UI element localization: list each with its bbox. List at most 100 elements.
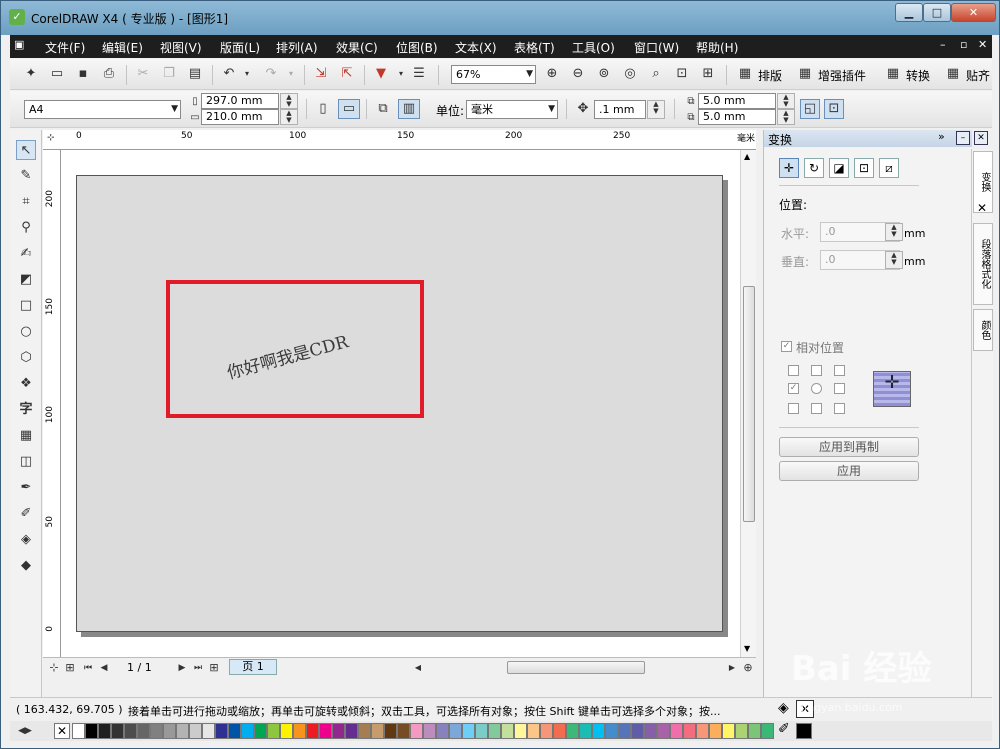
doc-minimize-icon[interactable]: – — [940, 38, 946, 51]
doc-icon[interactable]: ▣ — [14, 38, 24, 51]
palette-swatch[interactable] — [761, 723, 774, 739]
horizontal-scroll-thumb[interactable] — [507, 661, 645, 674]
unit-select[interactable]: 毫米 ▼ — [466, 100, 558, 119]
scroll-down-icon[interactable]: ▼ — [744, 644, 750, 653]
apply-button[interactable]: 应用 — [779, 461, 919, 481]
import-icon[interactable]: ⇲ — [312, 65, 330, 83]
anchor-bottom-left[interactable] — [788, 403, 799, 414]
menu-view[interactable]: 视图(V) — [160, 39, 202, 56]
palette-swatch[interactable] — [683, 723, 696, 739]
rotate-mode-icon[interactable]: ↻ — [804, 158, 824, 178]
export-icon[interactable]: ⇱ — [338, 65, 356, 83]
position-mode-icon[interactable]: ✛ — [779, 158, 799, 178]
palette-swatch[interactable] — [163, 723, 176, 739]
smart-fill-tool-icon[interactable]: ◩ — [16, 270, 36, 290]
palette-swatch[interactable] — [657, 723, 670, 739]
page-tab[interactable]: 页 1 — [229, 659, 277, 675]
page-a4-landscape[interactable] — [76, 175, 723, 632]
crop-tool-icon[interactable]: ⌗ — [16, 192, 36, 212]
menu-help[interactable]: 帮助(H) — [696, 39, 738, 56]
drawing-canvas[interactable]: 你好啊我是CDR — [61, 150, 740, 657]
palette-swatch[interactable] — [397, 723, 410, 739]
convert-button[interactable]: 转换 — [906, 67, 930, 84]
docker-tab-color[interactable]: 颜色 — [973, 309, 993, 351]
palette-swatch[interactable] — [267, 723, 280, 739]
save-icon[interactable]: ▪ — [74, 65, 92, 83]
palette-swatch[interactable] — [371, 723, 384, 739]
add-page-after-icon[interactable]: ⊞ — [205, 659, 223, 677]
palette-swatch[interactable] — [150, 723, 163, 739]
shape-tool-icon[interactable]: ✎ — [16, 166, 36, 186]
palette-swatch[interactable] — [410, 723, 423, 739]
palette-swatch[interactable] — [345, 723, 358, 739]
palette-swatch[interactable] — [384, 723, 397, 739]
anchor-top-center[interactable] — [811, 365, 822, 376]
palette-swatch[interactable] — [579, 723, 592, 739]
palette-swatch[interactable] — [618, 723, 631, 739]
maximize-button[interactable]: □ — [923, 3, 951, 22]
anchor-bottom-center[interactable] — [811, 403, 822, 414]
duplicate-x-input[interactable]: 5.0 mm — [698, 93, 776, 109]
palette-swatch[interactable] — [553, 723, 566, 739]
all-pages-icon[interactable]: ⧉ — [374, 100, 392, 118]
palette-swatch[interactable] — [85, 723, 98, 739]
zoom-in-icon[interactable]: ⊕ — [543, 65, 561, 83]
palette-swatch[interactable] — [605, 723, 618, 739]
palette-swatch[interactable] — [202, 723, 215, 739]
palette-swatch[interactable] — [358, 723, 371, 739]
palette-swatch[interactable] — [293, 723, 306, 739]
palette-swatch[interactable] — [306, 723, 319, 739]
doc-close-icon[interactable]: ✕ — [978, 38, 987, 51]
page-border-icon[interactable]: ⊡ — [824, 99, 844, 119]
menu-file[interactable]: 文件(F) — [45, 39, 85, 56]
launcher-dropdown-icon[interactable]: ▾ — [392, 65, 410, 83]
page-height-input[interactable]: 210.0 mm — [201, 109, 279, 125]
polygon-tool-icon[interactable]: ⬡ — [16, 348, 36, 368]
palette-swatch[interactable] — [124, 723, 137, 739]
no-color-swatch[interactable]: ✕ — [54, 723, 70, 739]
anchor-middle-right[interactable] — [834, 383, 845, 394]
palette-swatch[interactable] — [280, 723, 293, 739]
anchor-top-right[interactable] — [834, 365, 845, 376]
page-width-input[interactable]: 297.0 mm — [201, 93, 279, 109]
zoom-selected-icon[interactable]: ⊚ — [595, 65, 613, 83]
relative-position-checkbox[interactable]: ✓ — [781, 341, 792, 352]
print-icon[interactable]: ⎙ — [100, 65, 118, 83]
close-button[interactable]: ✕ — [951, 3, 996, 22]
palette-swatch[interactable] — [423, 723, 436, 739]
palette-swatch[interactable] — [735, 723, 748, 739]
docker-minimize-icon[interactable]: – — [956, 131, 970, 145]
menu-layout[interactable]: 版面(L) — [220, 39, 260, 56]
palette-swatch[interactable] — [566, 723, 579, 739]
palette-swatch[interactable] — [72, 723, 85, 739]
text-tool-icon[interactable]: 字 — [16, 400, 36, 420]
vertical-scroll-thumb[interactable] — [743, 286, 755, 522]
menu-effects[interactable]: 效果(C) — [336, 39, 378, 56]
minimize-button[interactable]: ▁ — [895, 3, 923, 22]
width-spinner[interactable]: ▲ ▼ — [280, 93, 298, 109]
layout-button[interactable]: 排版 — [758, 67, 782, 84]
vertical-scrollbar[interactable]: ▲ ▼ — [740, 150, 756, 657]
scroll-up-icon[interactable]: ▲ — [744, 152, 750, 161]
palette-swatch[interactable] — [215, 723, 228, 739]
palette-swatch[interactable] — [436, 723, 449, 739]
application-launcher-icon[interactable]: ▼ — [372, 65, 390, 83]
horizontal-spinner[interactable]: ▲ ▼ — [885, 223, 903, 241]
eyedropper-tool-icon[interactable]: ✒ — [16, 478, 36, 498]
doc-restore-icon[interactable]: ▫ — [960, 38, 967, 51]
cut-icon[interactable]: ✂ — [134, 65, 152, 83]
open-folder-icon[interactable]: ▭ — [48, 65, 66, 83]
freehand-tool-icon[interactable]: ✍ — [16, 244, 36, 264]
palette-swatch[interactable] — [176, 723, 189, 739]
menu-tools[interactable]: 工具(O) — [572, 39, 615, 56]
redo-icon[interactable]: ↷ — [262, 65, 280, 83]
undo-dropdown-icon[interactable]: ▾ — [238, 65, 256, 83]
palette-swatch[interactable] — [696, 723, 709, 739]
palette-swatch[interactable] — [709, 723, 722, 739]
palette-swatch[interactable] — [488, 723, 501, 739]
zoom-width-icon[interactable]: ⊡ — [673, 65, 691, 83]
undo-icon[interactable]: ↶ — [220, 65, 238, 83]
snap-button[interactable]: 贴齐 — [966, 67, 990, 84]
palette-swatch[interactable] — [748, 723, 761, 739]
snap-icon[interactable]: ▦ — [944, 65, 962, 83]
